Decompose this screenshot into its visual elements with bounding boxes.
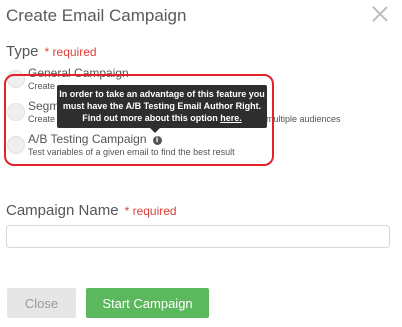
type-label-row: Type * required	[6, 43, 97, 60]
close-button[interactable]: Close	[7, 288, 76, 318]
close-icon[interactable]	[370, 4, 390, 24]
ab-testing-tooltip: In order to take an advantage of this fe…	[57, 85, 267, 128]
option-description-tail: multiple audiences	[266, 114, 341, 124]
tooltip-link-here[interactable]: here.	[220, 113, 242, 123]
type-label: Type	[6, 43, 39, 60]
campaign-name-label: Campaign Name	[6, 202, 119, 219]
campaign-name-required-marker: * required	[124, 204, 177, 218]
start-campaign-button[interactable]: Start Campaign	[86, 288, 209, 318]
option-title-row: A/B Testing Campaign i	[28, 132, 162, 146]
modal-title: Create Email Campaign	[6, 6, 187, 25]
option-description: Create	[28, 114, 56, 124]
campaign-name-input[interactable]	[6, 225, 390, 248]
info-icon[interactable]: i	[152, 136, 162, 145]
general-campaign-radio[interactable]	[7, 70, 25, 88]
segment-campaign-radio[interactable]	[7, 103, 25, 121]
option-description: Create	[28, 81, 56, 91]
option-description: Test variables of a given email to find …	[28, 147, 235, 157]
option-ab-testing-campaign[interactable]: A/B Testing Campaign i Test variables of …	[6, 132, 386, 162]
tooltip-arrow	[150, 128, 160, 133]
type-required-marker: * required	[44, 45, 97, 59]
option-title: A/B Testing Campaign	[28, 132, 147, 146]
campaign-name-label-row: Campaign Name * required	[6, 202, 177, 219]
option-title: Segm	[28, 99, 60, 113]
ab-testing-campaign-radio[interactable]	[7, 136, 25, 154]
option-title: General Campaign	[28, 66, 129, 80]
